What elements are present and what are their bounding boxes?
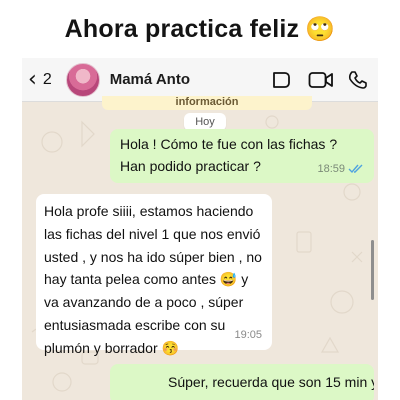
- message-line: usted , y nos ha ido súper bien , no: [44, 248, 262, 265]
- message-line: plumón y borrador 😚: [44, 339, 179, 356]
- message-line: Hola profe siiii, estamos haciendo: [44, 203, 254, 219]
- message-line: las fichas del nivel 1 que nos envió: [44, 225, 261, 242]
- chat-screen: ‹ 2 Mamá Anto información Hoy Hola ! Cóm…: [22, 58, 378, 400]
- phone-icon[interactable]: [348, 70, 368, 90]
- double-check-read-icon: [348, 164, 363, 174]
- caption-text: Ahora practica feliz: [64, 14, 300, 43]
- message-time: 18:59: [317, 163, 345, 175]
- message-time: 19:05: [234, 329, 262, 342]
- unread-count: 2: [42, 70, 52, 88]
- message-meta: 18:59: [317, 158, 364, 180]
- scrollbar[interactable]: [371, 240, 374, 300]
- caption-title: Ahora practica feliz 🙄: [0, 0, 400, 58]
- camera-icon[interactable]: [308, 71, 334, 89]
- message-line: Súper, recuerda que son 15 min y: [168, 374, 374, 390]
- message-line: hay tanta pelea como antes 😅 y: [44, 271, 249, 288]
- info-banner: información: [102, 96, 312, 110]
- back-button[interactable]: ‹ 2: [28, 66, 52, 92]
- video-icon[interactable]: [272, 71, 294, 89]
- back-chevron-icon: ‹: [28, 66, 37, 92]
- avatar[interactable]: [65, 62, 100, 97]
- contact-name[interactable]: Mamá Anto: [110, 71, 190, 88]
- incoming-message[interactable]: Hola profe siiii, estamos haciendo las f…: [36, 194, 272, 356]
- message-line: Hola ! Cómo te fue con las fichas ?: [120, 136, 338, 152]
- message-line: va avanzando de a poco , súper: [44, 294, 244, 311]
- message-line: entusiasmada escribe con su: [44, 316, 226, 333]
- header-actions: [272, 70, 368, 90]
- eye-roll-emoji-icon: 🙄: [305, 15, 336, 43]
- outgoing-message[interactable]: Hola ! Cómo te fue con las fichas ? Han …: [110, 129, 374, 183]
- outgoing-message[interactable]: Súper, recuerda que son 15 min y: [110, 364, 374, 400]
